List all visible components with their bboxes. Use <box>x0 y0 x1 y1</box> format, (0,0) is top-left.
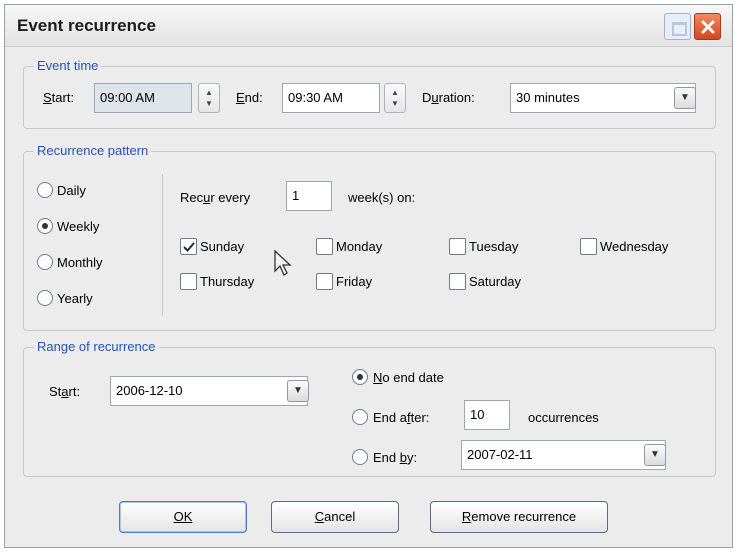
day-checkbox-tuesday[interactable] <box>449 238 466 255</box>
pattern-radio-weekly[interactable] <box>37 218 53 234</box>
recur-every-input[interactable]: 1 <box>286 181 332 211</box>
start-time-label: Start: <box>43 90 75 105</box>
title-bar[interactable]: Event recurrence <box>5 5 732 47</box>
no-end-date-radio[interactable] <box>352 369 368 385</box>
day-checkbox-friday[interactable] <box>316 273 333 290</box>
end-time-spinner[interactable]: ▲ ▼ <box>384 83 406 113</box>
end-by-radio[interactable] <box>352 449 368 465</box>
weeks-on-label: week(s) on: <box>348 190 416 205</box>
range-start-select[interactable]: 2006-12-10 <box>110 376 308 406</box>
close-icon[interactable] <box>694 13 721 40</box>
pattern-divider <box>162 174 163 316</box>
end-time-label: End: <box>236 90 263 105</box>
chevron-down-icon[interactable]: ▼ <box>644 444 666 466</box>
ok-button[interactable]: OK <box>119 501 247 533</box>
cancel-button[interactable]: Cancel <box>271 501 399 533</box>
pattern-radio-yearly[interactable] <box>37 290 53 306</box>
pattern-radio-daily[interactable] <box>37 182 53 198</box>
day-label-friday[interactable]: Friday <box>336 274 372 289</box>
dialog-title: Event recurrence <box>17 16 156 35</box>
spin-up-icon[interactable]: ▲ <box>205 89 213 97</box>
pattern-label-daily[interactable]: Daily <box>57 183 86 198</box>
recur-every-label: Recur every <box>180 190 251 205</box>
event-time-legend: Event time <box>34 58 102 73</box>
pattern-label-yearly[interactable]: Yearly <box>57 291 93 306</box>
start-time-spinner[interactable]: ▲ ▼ <box>198 83 220 113</box>
spin-down-icon[interactable]: ▼ <box>391 100 399 108</box>
day-label-wednesday[interactable]: Wednesday <box>600 239 668 254</box>
day-checkbox-thursday[interactable] <box>180 273 197 290</box>
end-by-label[interactable]: End by: <box>373 450 417 465</box>
day-checkbox-sunday[interactable] <box>180 238 197 255</box>
chevron-down-icon[interactable]: ▼ <box>287 380 309 402</box>
duration-label: Duration: <box>422 90 475 105</box>
range-group: Range of recurrence Start: 2006-12-10 ▼ … <box>23 339 716 477</box>
range-legend: Range of recurrence <box>34 339 159 354</box>
pattern-label-weekly[interactable]: Weekly <box>57 219 99 234</box>
chevron-down-icon[interactable]: ▼ <box>674 87 696 109</box>
day-checkbox-wednesday[interactable] <box>580 238 597 255</box>
range-start-label: Start: <box>49 384 81 399</box>
occurrences-label: occurrences <box>528 410 599 425</box>
duration-value: 30 minutes <box>516 90 580 105</box>
spin-up-icon[interactable]: ▲ <box>391 89 399 97</box>
restore-icon[interactable] <box>664 13 691 40</box>
remove-recurrence-label: Remove recurrence <box>461 509 577 524</box>
range-start-value: 2006-12-10 <box>116 383 183 398</box>
end-by-select[interactable]: 2007-02-11 <box>461 440 666 470</box>
day-label-monday[interactable]: Monday <box>336 239 382 254</box>
end-after-radio[interactable] <box>352 409 368 425</box>
end-after-input[interactable]: 10 <box>464 400 510 430</box>
checkmark-icon <box>183 242 195 252</box>
day-label-thursday[interactable]: Thursday <box>200 274 254 289</box>
end-by-value: 2007-02-11 <box>467 447 533 462</box>
end-time-input[interactable]: 09:30 AM <box>282 83 380 113</box>
spin-down-icon[interactable]: ▼ <box>205 100 213 108</box>
recurrence-pattern-group: Recurrence pattern Daily Weekly Monthly Yea… <box>23 143 716 331</box>
mouse-cursor-icon <box>274 249 292 276</box>
duration-select[interactable]: 30 minutes <box>510 83 696 113</box>
no-end-date-label[interactable]: No end date <box>373 370 444 385</box>
recurrence-pattern-legend: Recurrence pattern <box>34 143 152 158</box>
day-label-saturday[interactable]: Saturday <box>469 274 521 289</box>
event-recurrence-dialog: Event recurrence Event time Start: 09:00… <box>4 4 733 548</box>
pattern-label-monthly[interactable]: Monthly <box>57 255 103 270</box>
cancel-label: Cancel <box>314 509 356 524</box>
remove-recurrence-button[interactable]: Remove recurrence <box>430 501 608 533</box>
day-checkbox-monday[interactable] <box>316 238 333 255</box>
day-label-sunday[interactable]: Sunday <box>200 239 244 254</box>
event-time-group: Event time Start: 09:00 AM ▲ ▼ End: 09:3… <box>23 58 716 129</box>
day-label-tuesday[interactable]: Tuesday <box>469 239 518 254</box>
pattern-radio-monthly[interactable] <box>37 254 53 270</box>
day-checkbox-saturday[interactable] <box>449 273 466 290</box>
start-time-input[interactable]: 09:00 AM <box>94 83 192 113</box>
end-after-label[interactable]: End after: <box>373 410 429 425</box>
